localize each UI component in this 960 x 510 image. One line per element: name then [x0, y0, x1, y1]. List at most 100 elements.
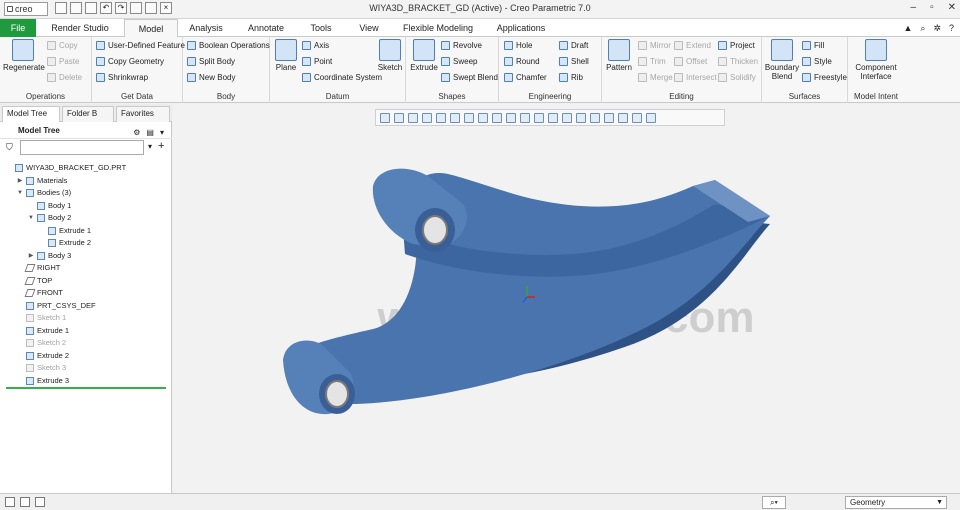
minimize-button[interactable]: – [911, 2, 917, 13]
coordinate-system-button[interactable]: Coordinate System [302, 73, 382, 82]
expand-toggle-icon[interactable]: ▶ [28, 250, 34, 262]
rib-button[interactable]: Rib [559, 73, 583, 82]
project-button[interactable]: Project [718, 41, 755, 50]
insert-indicator[interactable] [6, 387, 166, 389]
tree-item[interactable]: Extrude 1 [17, 325, 69, 337]
tree-columns-icon[interactable]: ▤ [146, 125, 154, 141]
find-icon[interactable]: ⌕▾ [762, 496, 786, 509]
tab-model-tree[interactable]: Model Tree [2, 106, 60, 122]
navigator-toggle-icon[interactable] [5, 497, 15, 507]
settings-icon[interactable]: ✲ [933, 23, 941, 34]
tree-item[interactable]: Sketch 2 [17, 337, 66, 349]
copy-geometry-button[interactable]: Copy Geometry [96, 57, 164, 66]
selection-filter-select[interactable]: Geometry ▼ [845, 496, 947, 509]
tree-item[interactable]: Extrude 3 [17, 375, 69, 387]
operations-group-label[interactable]: Operations [0, 92, 91, 101]
editing-group-label[interactable]: Editing [602, 92, 761, 101]
split-body-button[interactable]: Split Body [187, 57, 235, 66]
arrow-up-icon[interactable]: ▲ [903, 23, 912, 34]
tab-annotate[interactable]: Annotate [242, 19, 290, 37]
tab-applications[interactable]: Applications [490, 19, 552, 37]
tree-item[interactable]: RIGHT [17, 262, 60, 274]
graphics-viewport[interactable]: www.WiYa3D.com [173, 104, 960, 493]
shell-button[interactable]: Shell [559, 57, 589, 66]
shapes-group-label[interactable]: Shapes [406, 92, 498, 101]
freestyle-button[interactable]: Freestyle [802, 73, 847, 82]
tree-item[interactable]: Extrude 2 [17, 350, 69, 362]
regenerate-button[interactable]: Regenerate [3, 39, 45, 72]
extrude-button[interactable]: Extrude [409, 39, 439, 72]
full-screen-icon[interactable] [35, 497, 45, 507]
tab-folder-browser[interactable]: Folder B [62, 106, 114, 122]
tree-item[interactable]: Body 1 [28, 200, 71, 212]
regenerate-icon[interactable] [130, 2, 142, 14]
undo-icon[interactable]: ↶ [100, 2, 112, 14]
tab-file[interactable]: File [0, 19, 36, 37]
close-button[interactable]: ✕ [948, 2, 956, 13]
tree-item[interactable]: ▶ Materials [17, 175, 67, 187]
tree-item[interactable]: ▼ Bodies (3) [17, 187, 71, 199]
thicken-button[interactable]: Thicken [718, 57, 758, 66]
round-button[interactable]: Round [504, 57, 540, 66]
point-button[interactable]: Point [302, 57, 332, 66]
chamfer-button[interactable]: Chamfer [504, 73, 547, 82]
user-defined-feature-button[interactable]: User-Defined Feature [96, 41, 185, 50]
delete-button[interactable]: Delete [47, 73, 82, 82]
shrinkwrap-button[interactable]: Shrinkwrap [96, 73, 148, 82]
redo-icon[interactable]: ↷ [115, 2, 127, 14]
datum-group-label[interactable]: Datum [270, 92, 405, 101]
revolve-button[interactable]: Revolve [441, 41, 482, 50]
tab-model[interactable]: Model [124, 19, 178, 37]
tab-analysis[interactable]: Analysis [184, 19, 228, 37]
tree-item[interactable]: Sketch 1 [17, 312, 66, 324]
draft-button[interactable]: Draft [559, 41, 588, 50]
tree-search-input[interactable] [20, 140, 144, 155]
boolean-operations-button[interactable]: Boolean Operations [187, 41, 270, 50]
tree-item[interactable]: ▶ Body 3 [28, 250, 71, 262]
paste-button[interactable]: Paste [47, 57, 79, 66]
extend-button[interactable]: Extend [674, 41, 711, 50]
tree-item[interactable]: WIYA3D_BRACKET_GD.PRT [6, 162, 126, 174]
windows-icon[interactable] [145, 2, 157, 14]
tree-item[interactable]: ▼ Body 2 [28, 212, 71, 224]
merge-button[interactable]: Merge [638, 73, 673, 82]
close-window-icon[interactable]: × [160, 2, 172, 14]
add-icon[interactable]: + [158, 140, 164, 152]
hole-button[interactable]: Hole [504, 41, 532, 50]
sweep-button[interactable]: Sweep [441, 57, 477, 66]
model-canvas[interactable]: www.WiYa3D.com [173, 104, 960, 493]
solidify-button[interactable]: Solidify [718, 73, 756, 82]
expand-toggle-icon[interactable]: ▼ [17, 187, 23, 199]
style-button[interactable]: Style [802, 57, 832, 66]
new-body-button[interactable]: New Body [187, 73, 235, 82]
creo-logo[interactable]: creo [4, 2, 48, 16]
copy-button[interactable]: Copy [47, 41, 78, 50]
get-data-group-label[interactable]: Get Data [92, 92, 182, 101]
tab-tools[interactable]: Tools [304, 19, 338, 37]
tree-item[interactable]: Extrude 1 [39, 225, 91, 237]
body-group-label[interactable]: Body [183, 92, 269, 101]
bracket-model[interactable] [283, 168, 770, 415]
tree-settings-icon[interactable]: ⚙ [133, 125, 140, 141]
browser-toggle-icon[interactable] [20, 497, 30, 507]
offset-button[interactable]: Offset [674, 57, 707, 66]
expand-toggle-icon[interactable]: ▶ [17, 175, 23, 187]
tree-dropdown-icon[interactable]: ▾ [160, 125, 164, 141]
tree-item[interactable]: TOP [17, 275, 52, 287]
fill-button[interactable]: Fill [802, 41, 824, 50]
search-icon[interactable]: ⌕ [920, 23, 925, 34]
save-icon[interactable] [85, 2, 97, 14]
tab-view[interactable]: View [352, 19, 386, 37]
restore-button[interactable]: ▫ [930, 2, 934, 13]
new-file-icon[interactable] [55, 2, 67, 14]
plane-button[interactable]: Plane [273, 39, 299, 72]
tab-render-studio[interactable]: Render Studio [44, 19, 116, 37]
swept-blend-button[interactable]: Swept Blend [441, 73, 498, 82]
trim-button[interactable]: Trim [638, 57, 666, 66]
component-interface-button[interactable]: Component Interface [850, 39, 902, 81]
filter-icon[interactable]: ⛉ [6, 142, 13, 153]
tree-item[interactable]: Sketch 3 [17, 362, 66, 374]
intersect-button[interactable]: Intersect [674, 73, 717, 82]
sketch-button[interactable]: Sketch [376, 39, 404, 72]
tree-item[interactable]: FRONT [17, 287, 63, 299]
